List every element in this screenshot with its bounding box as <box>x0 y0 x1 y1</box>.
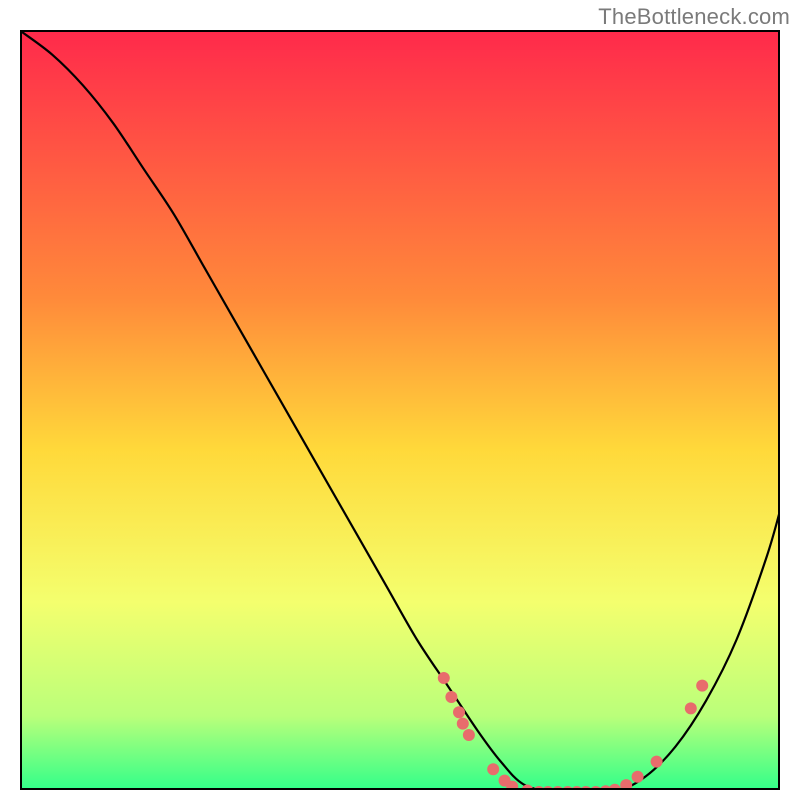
marker-dot <box>562 786 574 790</box>
markers-layer <box>22 32 780 790</box>
marker-dot <box>487 763 499 775</box>
marker-dot <box>685 702 697 714</box>
marker-dot <box>445 691 457 703</box>
chart-container: TheBottleneck.com <box>0 0 800 800</box>
marker-dot <box>590 786 602 790</box>
marker-dot <box>632 771 644 783</box>
marker-dot <box>696 680 708 692</box>
marker-dot <box>552 786 564 790</box>
marker-dot <box>571 786 583 790</box>
marker-dot <box>463 729 475 741</box>
plot-area <box>20 30 780 790</box>
marker-dot <box>609 784 621 790</box>
marker-dot <box>580 786 592 790</box>
marker-dot <box>438 672 450 684</box>
marker-dot <box>533 786 545 790</box>
marker-dot <box>651 756 663 768</box>
marker-dot <box>542 786 554 790</box>
marker-dot <box>620 779 632 790</box>
marker-dot <box>453 706 465 718</box>
watermark-label: TheBottleneck.com <box>598 4 790 30</box>
marker-dot <box>457 718 469 730</box>
marker-dot <box>521 784 533 790</box>
